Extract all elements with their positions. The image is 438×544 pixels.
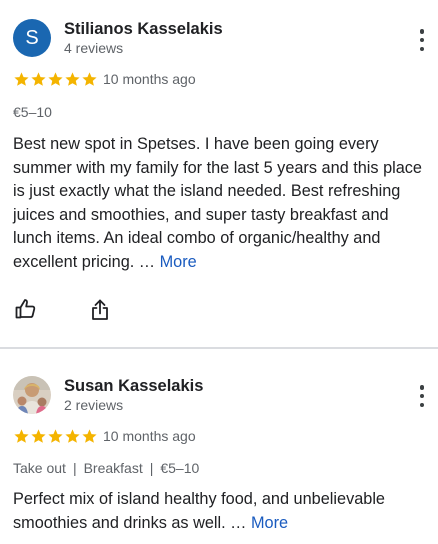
avatar[interactable]: S: [13, 19, 51, 57]
reviewer-review-count[interactable]: 2 reviews: [64, 397, 123, 413]
review-meta: Take out | Breakfast | €5–10: [13, 460, 199, 476]
review-text-content: Perfect mix of island healthy food, and …: [13, 490, 385, 532]
review-meta: €5–10: [13, 104, 52, 120]
star-icon: [14, 72, 29, 86]
more-options-icon[interactable]: [414, 382, 430, 410]
star-icon: [48, 429, 63, 443]
star-icon: [14, 429, 29, 443]
meal-type: Breakfast: [83, 460, 143, 476]
more-link[interactable]: More: [251, 514, 288, 532]
star-icon: [82, 72, 97, 86]
reviewer-name[interactable]: Stilianos Kasselakis: [64, 20, 223, 39]
review-card: S Stilianos Kasselakis 4 reviews 10 mont…: [0, 0, 438, 347]
review-card: Susan Kasselakis 2 reviews 10 months ago…: [0, 349, 438, 544]
review-time: 10 months ago: [103, 71, 196, 87]
price-range: €5–10: [13, 104, 52, 120]
more-options-icon[interactable]: [414, 26, 430, 54]
review-time: 10 months ago: [103, 428, 196, 444]
avatar-letter: S: [25, 26, 39, 49]
price-range: €5–10: [160, 460, 200, 476]
reviewer-review-count[interactable]: 4 reviews: [64, 40, 123, 56]
star-icon: [31, 429, 46, 443]
review-text: Perfect mix of island healthy food, and …: [13, 488, 428, 535]
star-rating: [13, 428, 98, 445]
avatar[interactable]: [13, 376, 51, 414]
star-icon: [65, 429, 80, 443]
star-rating: [13, 71, 98, 88]
profile-photo-icon: [13, 376, 51, 414]
review-text: Best new spot in Spetses. I have been go…: [13, 133, 428, 274]
more-link[interactable]: More: [160, 253, 197, 271]
star-icon: [82, 429, 97, 443]
meta-separator: |: [72, 460, 77, 476]
service-type: Take out: [13, 460, 66, 476]
star-icon: [65, 72, 80, 86]
thumbs-up-icon[interactable]: [14, 297, 38, 321]
share-icon[interactable]: [88, 298, 112, 322]
star-icon: [48, 72, 63, 86]
meta-separator: |: [149, 460, 154, 476]
review-text-content: Best new spot in Spetses. I have been go…: [13, 135, 422, 271]
reviewer-name[interactable]: Susan Kasselakis: [64, 377, 203, 396]
star-icon: [31, 72, 46, 86]
